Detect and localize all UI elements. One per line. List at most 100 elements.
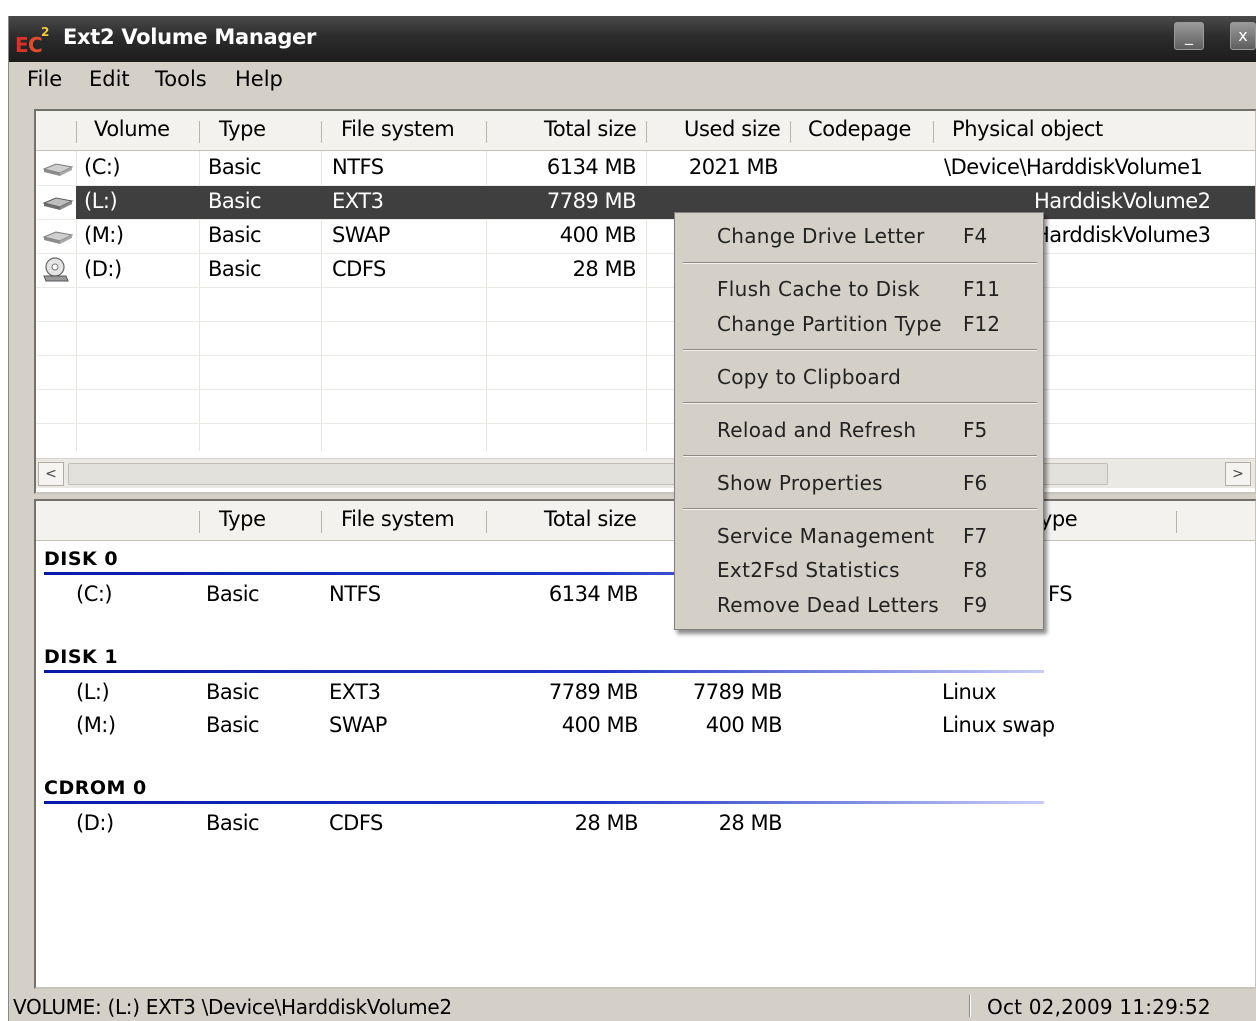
volume-type: Basic: [206, 582, 260, 606]
volume-fs: EXT3: [332, 189, 384, 213]
column-file-system[interactable]: File system: [341, 117, 455, 141]
status-volume-info: VOLUME: (L:) EXT3 \Device\HarddiskVolume…: [13, 995, 452, 1019]
volume-fs: CDFS: [332, 257, 386, 281]
volume-name: (C:): [84, 155, 121, 179]
menu-item-shortcut: F12: [963, 312, 1000, 336]
menu-separator: [683, 508, 1037, 510]
menu-item-shortcut: F4: [963, 224, 988, 248]
minimize-button[interactable]: _: [1174, 22, 1204, 50]
menu-item-shortcut: F9: [963, 593, 988, 617]
menu-item-label: Remove Dead Letters: [717, 593, 939, 617]
column-physical-object[interactable]: Physical object: [952, 117, 1103, 141]
menu-item-reload-refresh[interactable]: Reload and Refresh F5: [675, 414, 1043, 446]
volume-name: (M:): [76, 713, 116, 737]
volume-name: (C:): [76, 582, 113, 606]
menu-item-service-management[interactable]: Service Management F7: [675, 520, 1043, 552]
scroll-left-button[interactable]: <: [38, 462, 64, 486]
status-divider: [969, 995, 971, 1017]
hard-disk-icon: [42, 163, 74, 176]
volume-total: 400 MB: [561, 713, 639, 737]
menu-item-label: Copy to Clipboard: [717, 365, 902, 389]
cdrom-icon: [43, 257, 69, 282]
menu-item-ext2fsd-statistics[interactable]: Ext2Fsd Statistics F8: [675, 554, 1043, 586]
volume-type: Basic: [206, 811, 260, 835]
svg-text:E: E: [15, 33, 29, 56]
volume-total: 28 MB: [572, 257, 637, 281]
hard-disk-icon: [42, 197, 74, 210]
column-total-size[interactable]: Total size: [544, 507, 637, 531]
table-row[interactable]: (D:) Basic CDFS 28 MB 28 MB: [36, 808, 1255, 842]
volume-type: Basic: [208, 189, 262, 213]
volume-used: 28 MB: [718, 811, 783, 835]
group-title-disk0: DISK 0: [44, 548, 119, 570]
column-file-system[interactable]: File system: [341, 507, 455, 531]
group-title-cdrom0: CDROM 0: [44, 777, 147, 799]
status-datetime: Oct 02,2009 11:29:52: [987, 995, 1211, 1019]
menu-item-show-properties[interactable]: Show Properties F6: [675, 467, 1043, 499]
menu-item-flush-cache[interactable]: Flush Cache to Disk F11: [675, 273, 1043, 305]
menu-item-label: Reload and Refresh: [717, 418, 917, 442]
menu-separator: [683, 349, 1037, 351]
menu-item-label: Flush Cache to Disk: [717, 277, 920, 301]
volume-physical: HarddiskVolume3: [1034, 223, 1211, 247]
volume-list[interactable]: Volume Type File system Total size Used …: [34, 109, 1256, 494]
column-type[interactable]: Type: [219, 507, 266, 531]
menu-item-copy-to-clipboard[interactable]: Copy to Clipboard: [675, 361, 1043, 393]
volume-fs: SWAP: [329, 713, 387, 737]
menu-bar: File Edit Tools Help: [9, 64, 1256, 96]
menu-item-change-drive-letter[interactable]: Change Drive Letter F4: [675, 220, 1043, 252]
menu-tools[interactable]: Tools: [155, 67, 207, 91]
menu-item-shortcut: F5: [963, 418, 988, 442]
table-row[interactable]: (M:) Basic SWAP 400 MB HarddiskVolume3: [36, 220, 1255, 254]
close-button[interactable]: x: [1230, 22, 1256, 50]
volume-total: 6134 MB: [546, 155, 637, 179]
table-row[interactable]: (C:) Basic NTFS 6134 MB FS: [36, 579, 1255, 613]
horizontal-scrollbar[interactable]: < >: [36, 458, 1255, 488]
column-total-size[interactable]: Total size: [544, 117, 637, 141]
volume-used: 400 MB: [705, 713, 783, 737]
volume-used: 2021 MB: [688, 155, 779, 179]
table-row[interactable]: (C:) Basic NTFS 6134 MB 2021 MB \Device\…: [36, 152, 1255, 186]
window-title: Ext2 Volume Manager: [63, 25, 317, 49]
context-menu: Change Drive Letter F4 Flush Cache to Di…: [674, 212, 1044, 630]
menu-item-label: Change Drive Letter: [717, 224, 925, 248]
menu-item-shortcut: F7: [963, 524, 988, 548]
menu-separator: [683, 402, 1037, 404]
menu-separator: [683, 262, 1037, 264]
title-bar[interactable]: E C 2 Ext2 Volume Manager _ x: [9, 16, 1256, 62]
menu-file[interactable]: File: [27, 67, 62, 91]
column-used-size[interactable]: Used size: [684, 117, 781, 141]
volume-type: Basic: [208, 155, 262, 179]
volume-name: (D:): [84, 257, 122, 281]
menu-item-change-partition-type[interactable]: Change Partition Type F12: [675, 308, 1043, 340]
menu-item-shortcut: F11: [963, 277, 1000, 301]
volume-fs: CDFS: [329, 811, 383, 835]
menu-separator: [683, 455, 1037, 457]
menu-item-label: Show Properties: [717, 471, 883, 495]
volume-total: 7789 MB: [548, 680, 639, 704]
scroll-right-button[interactable]: >: [1225, 462, 1251, 486]
menu-item-shortcut: F8: [963, 558, 988, 582]
menu-help[interactable]: Help: [235, 67, 283, 91]
table-row[interactable]: (L:) Basic EXT3 7789 MB 7789 MB Linux: [36, 677, 1255, 711]
volume-physical: HarddiskVolume2: [1034, 189, 1211, 213]
menu-item-shortcut: F6: [963, 471, 988, 495]
column-codepage[interactable]: Codepage: [808, 117, 911, 141]
volume-type: Basic: [208, 223, 262, 247]
disk-list-header: Type File system Total size type: [36, 501, 1255, 541]
group-divider: [44, 801, 1044, 804]
svg-text:2: 2: [41, 25, 49, 39]
table-row-selected[interactable]: (L:) Basic EXT3 7789 MB HarddiskVolume2: [36, 186, 1255, 220]
volume-total: 400 MB: [559, 223, 637, 247]
table-row[interactable]: (M:) Basic SWAP 400 MB 400 MB Linux swap: [36, 710, 1255, 744]
disk-list[interactable]: Type File system Total size type DISK 0 …: [34, 499, 1256, 989]
app-window: E C 2 Ext2 Volume Manager _ x File Edit …: [8, 16, 1256, 1021]
volume-type: Basic: [206, 713, 260, 737]
volume-name: (D:): [76, 811, 114, 835]
menu-item-remove-dead-letters[interactable]: Remove Dead Letters F9: [675, 589, 1043, 621]
table-row[interactable]: (D:) Basic CDFS 28 MB: [36, 254, 1255, 288]
column-type[interactable]: Type: [219, 117, 266, 141]
menu-item-label: Ext2Fsd Statistics: [717, 558, 900, 582]
menu-edit[interactable]: Edit: [89, 67, 130, 91]
column-volume[interactable]: Volume: [94, 117, 170, 141]
